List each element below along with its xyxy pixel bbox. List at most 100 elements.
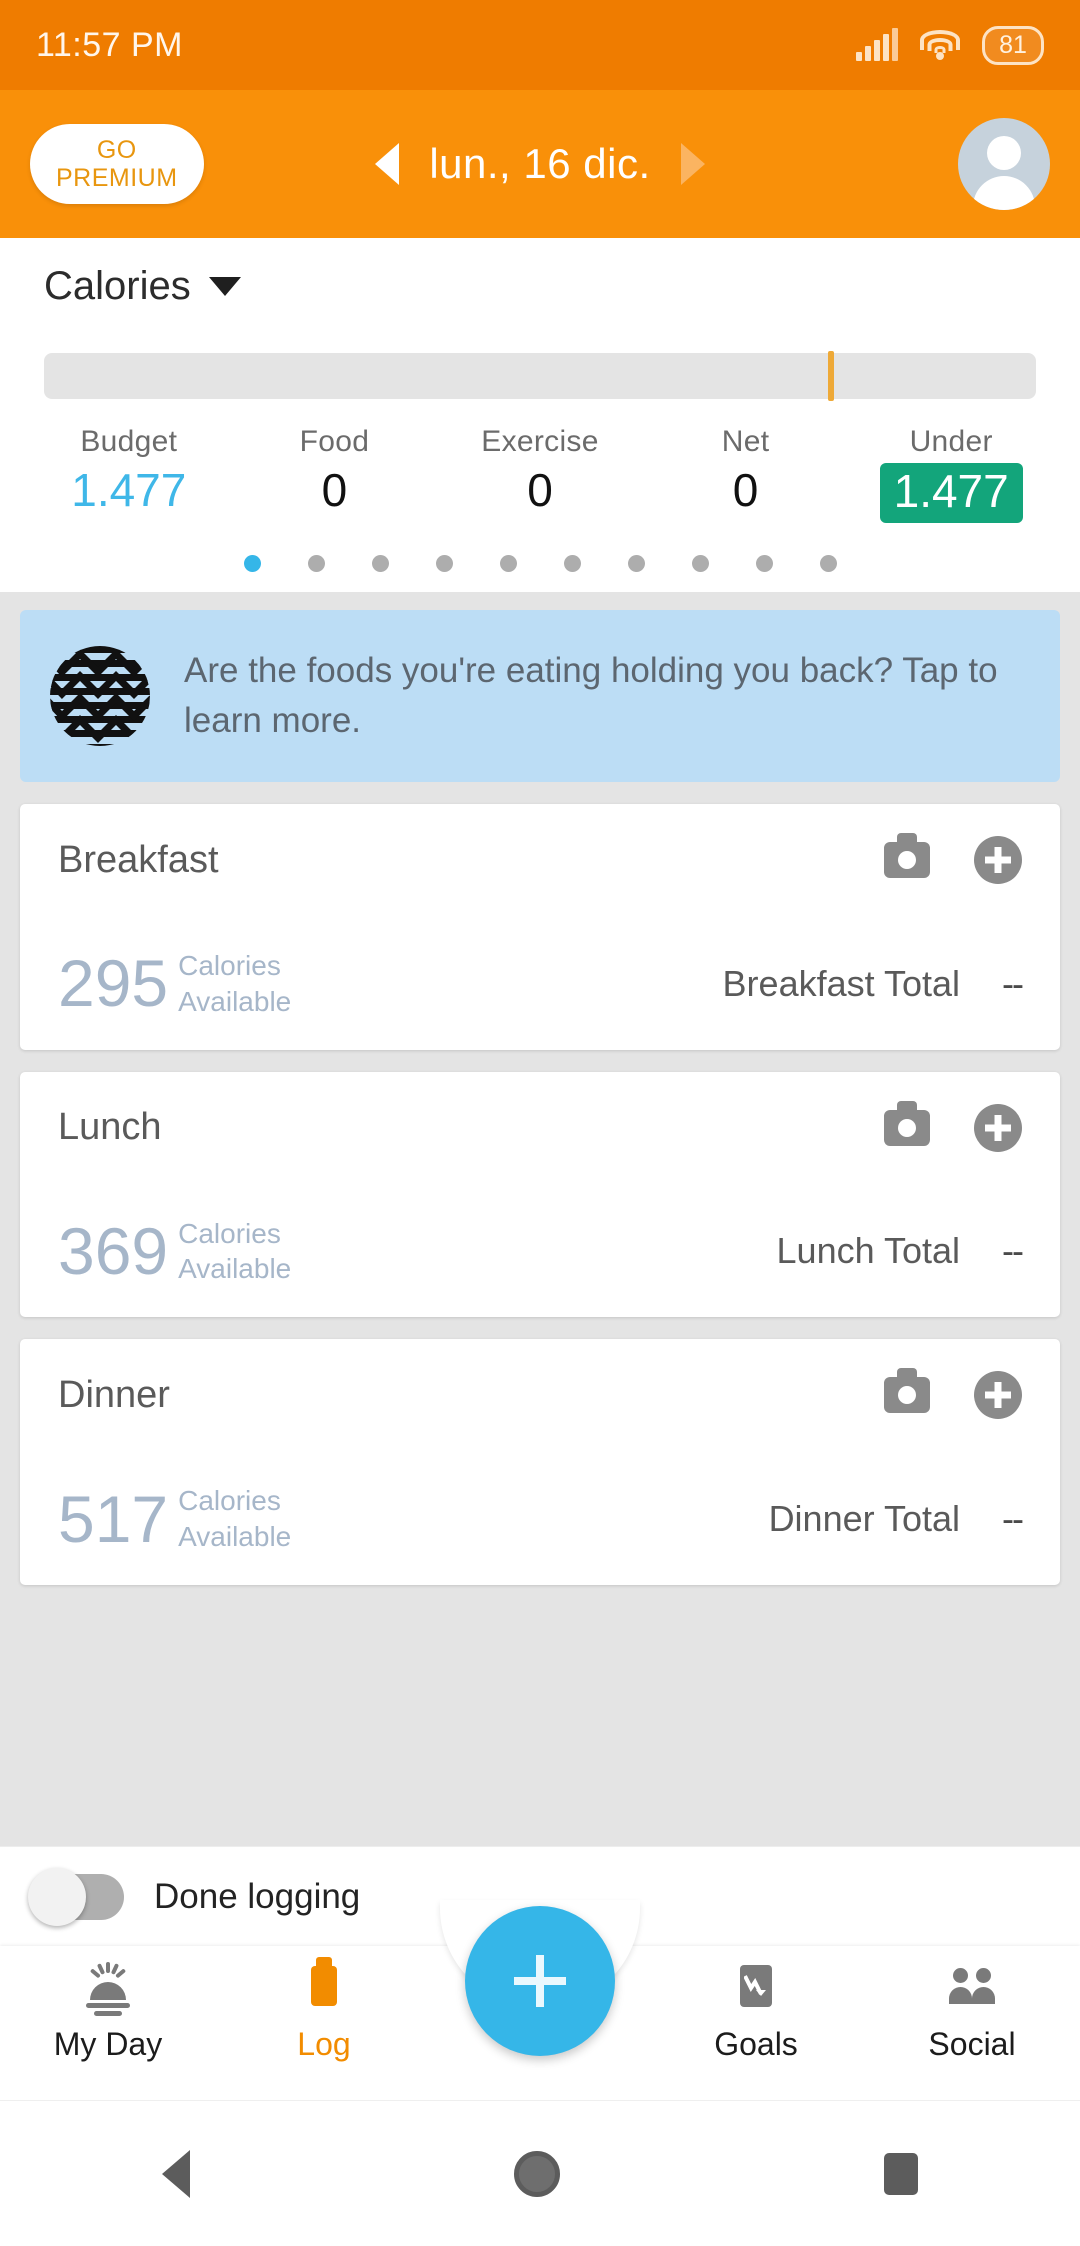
android-nav-bar [0, 2100, 1080, 2246]
meal-card-footer: 369 Calories Available Lunch Total -- [58, 1216, 1024, 1288]
status-icons: 81 [856, 25, 1044, 65]
status-time: 11:57 PM [36, 25, 184, 64]
user-avatar-icon[interactable] [958, 118, 1050, 210]
plus-circle-icon[interactable] [974, 836, 1022, 884]
app-bar: GO PREMIUM lun., 16 dic. [0, 90, 1080, 238]
meal-card-header: Dinner [58, 1368, 1022, 1420]
progress-track [44, 353, 1036, 399]
clipboard-icon [294, 1957, 354, 2016]
wifi-icon [920, 30, 960, 60]
sunrise-icon [78, 1960, 138, 2016]
meal-card-footer: 295 Calories Available Breakfast Total -- [58, 946, 1024, 1021]
stat-value: 0 [527, 464, 553, 516]
stat-budget: Budget 1.477 [26, 425, 232, 523]
page-dot[interactable] [691, 555, 709, 572]
page-dot[interactable] [819, 555, 837, 572]
square-recents-icon[interactable] [884, 2152, 918, 2195]
go-premium-button[interactable]: GO PREMIUM [30, 124, 204, 204]
available-number: 295 [58, 946, 169, 1021]
battery-icon: 81 [982, 25, 1044, 65]
meal-card-actions [884, 833, 1022, 884]
chevron-right-icon[interactable] [680, 143, 705, 185]
nav-item-log[interactable]: Log [216, 1957, 432, 2063]
page-dot[interactable] [371, 555, 389, 572]
page-dot[interactable] [435, 555, 453, 572]
content-scroll: Are the foods you're eating holding you … [0, 592, 1080, 1585]
promo-banner-text: Are the foods you're eating holding you … [184, 651, 998, 740]
available-label: Calories Available [178, 1485, 292, 1553]
meal-total: Dinner Total -- [768, 1498, 1024, 1540]
page-dots[interactable] [0, 555, 1080, 572]
meal-total-value: -- [1002, 1498, 1024, 1540]
nav-item-goals[interactable]: Goals [648, 1960, 864, 2063]
nav-item-social[interactable]: Social [864, 1960, 1080, 2063]
plus-circle-icon[interactable] [974, 1371, 1022, 1420]
meal-name: Lunch [58, 1106, 162, 1149]
done-logging-toggle[interactable] [28, 1867, 124, 1926]
meal-total-label: Breakfast Total [722, 962, 961, 1004]
trend-down-chart-icon [726, 1960, 786, 2016]
available-label: Calories Available [178, 950, 292, 1017]
meal-total-value: -- [1002, 1230, 1024, 1272]
stat-label: Under [909, 425, 993, 458]
page-dot[interactable] [243, 555, 261, 572]
meal-card-list: Breakfast 295 Calories Available Breakfast T… [20, 804, 1060, 1585]
meal-name: Dinner [58, 1373, 170, 1416]
done-logging-label: Done logging [154, 1876, 361, 1916]
meal-card-header: Breakfast [58, 833, 1022, 884]
page-dot[interactable] [755, 555, 773, 572]
stat-net: Net 0 [643, 425, 849, 523]
calorie-summary-panel: Calories Budget 1.477 Food 0 Exercise 0 Net 0 Un… [0, 238, 1080, 592]
current-date-label[interactable]: lun., 16 dic. [429, 140, 650, 188]
stat-under: Under 1.477 [848, 425, 1054, 523]
page-dot[interactable] [307, 555, 325, 572]
chevron-down-icon [208, 277, 241, 296]
status-bar: 11:57 PM 81 [0, 0, 1080, 90]
add-entry-fab[interactable] [465, 1906, 615, 2056]
people-icon [942, 1960, 1002, 2016]
page-dot[interactable] [499, 555, 517, 572]
meal-card[interactable]: Breakfast 295 Calories Available Breakfast T… [20, 804, 1060, 1050]
meal-card-footer: 517 Calories Available Dinner Total -- [58, 1481, 1024, 1556]
meal-total: Breakfast Total -- [722, 962, 1024, 1005]
plus-circle-icon[interactable] [974, 1103, 1022, 1152]
calories-available: 369 Calories Available [58, 1216, 291, 1288]
zigzag-circle-icon [50, 646, 150, 746]
stat-label: Exercise [481, 425, 599, 458]
camera-icon[interactable] [884, 833, 930, 878]
meal-card-actions [884, 1100, 1022, 1152]
page-dot[interactable] [563, 555, 581, 572]
calorie-progress-bar [44, 351, 1036, 401]
stat-label: Food [299, 425, 370, 458]
nav-label: My Day [53, 2026, 163, 2062]
nav-item-my-day[interactable]: My Day [0, 1960, 216, 2063]
available-number: 517 [58, 1481, 169, 1556]
metric-selector[interactable]: Calories [0, 264, 1080, 309]
metric-selector-label: Calories [44, 264, 191, 308]
circle-home-icon[interactable] [514, 2150, 560, 2197]
stat-food: Food 0 [232, 425, 438, 523]
camera-icon[interactable] [884, 1368, 930, 1414]
stat-label: Budget [80, 425, 178, 458]
stat-label: Net [721, 425, 770, 458]
stat-value: 0 [732, 464, 759, 516]
available-label: Calories Available [178, 1217, 292, 1285]
page-dot[interactable] [627, 555, 645, 572]
meal-total-label: Dinner Total [768, 1498, 961, 1540]
app-screen: 11:57 PM 81 GO PREMIUM lun., 16 dic. Cal… [0, 0, 1080, 2246]
meal-card-header: Lunch [58, 1100, 1022, 1152]
meal-total: Lunch Total -- [777, 1230, 1024, 1272]
meal-card[interactable]: Lunch 369 Calories Available Lunch Total -- [20, 1071, 1060, 1318]
meal-name: Breakfast [58, 838, 219, 881]
chevron-left-icon[interactable] [375, 143, 400, 185]
stat-value: 1.477 [71, 464, 187, 516]
progress-marker [827, 351, 834, 401]
triangle-back-icon[interactable] [162, 2149, 190, 2198]
available-number: 369 [58, 1214, 169, 1289]
meal-total-value: -- [1002, 962, 1024, 1004]
meal-card[interactable]: Dinner 517 Calories Available Dinner Total -- [20, 1339, 1060, 1585]
camera-icon[interactable] [884, 1100, 930, 1146]
go-premium-line1: GO [96, 136, 137, 164]
nav-label: Goals [714, 2026, 798, 2062]
promo-banner[interactable]: Are the foods you're eating holding you … [20, 610, 1060, 782]
